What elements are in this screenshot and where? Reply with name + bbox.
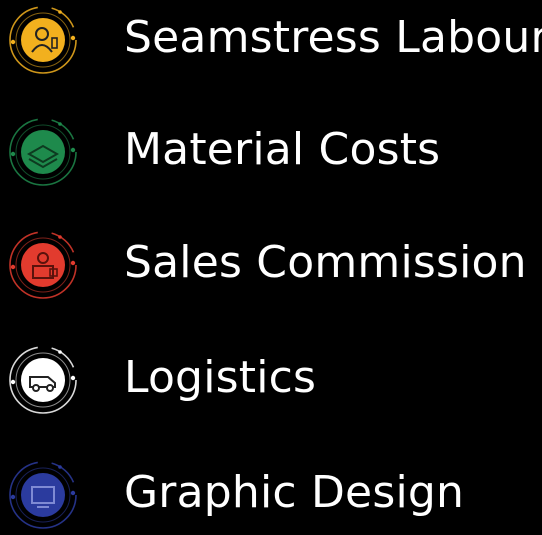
delivery-van-icon <box>5 342 81 418</box>
legend-label: Seamstress Labour <box>124 12 542 63</box>
design-tools-icon <box>5 457 81 533</box>
legend-item-sales-commission: Sales Commission <box>0 225 542 305</box>
seamstress-icon <box>5 2 81 78</box>
legend-item-logistics: Logistics <box>0 340 542 420</box>
salesperson-icon <box>5 227 81 303</box>
legend-label: Material Costs <box>124 124 441 175</box>
legend-item-graphic-design: Graphic Design <box>0 455 542 535</box>
legend-label: Graphic Design <box>124 467 465 518</box>
fabric-stack-icon <box>5 114 81 190</box>
legend-item-seamstress-labour: Seamstress Labour <box>0 0 542 80</box>
legend-label: Sales Commission <box>124 237 527 288</box>
cost-legend: Seamstress Labour Material Costs Sales C… <box>0 0 542 529</box>
legend-label: Logistics <box>124 352 317 403</box>
legend-item-material-costs: Material Costs <box>0 112 542 192</box>
